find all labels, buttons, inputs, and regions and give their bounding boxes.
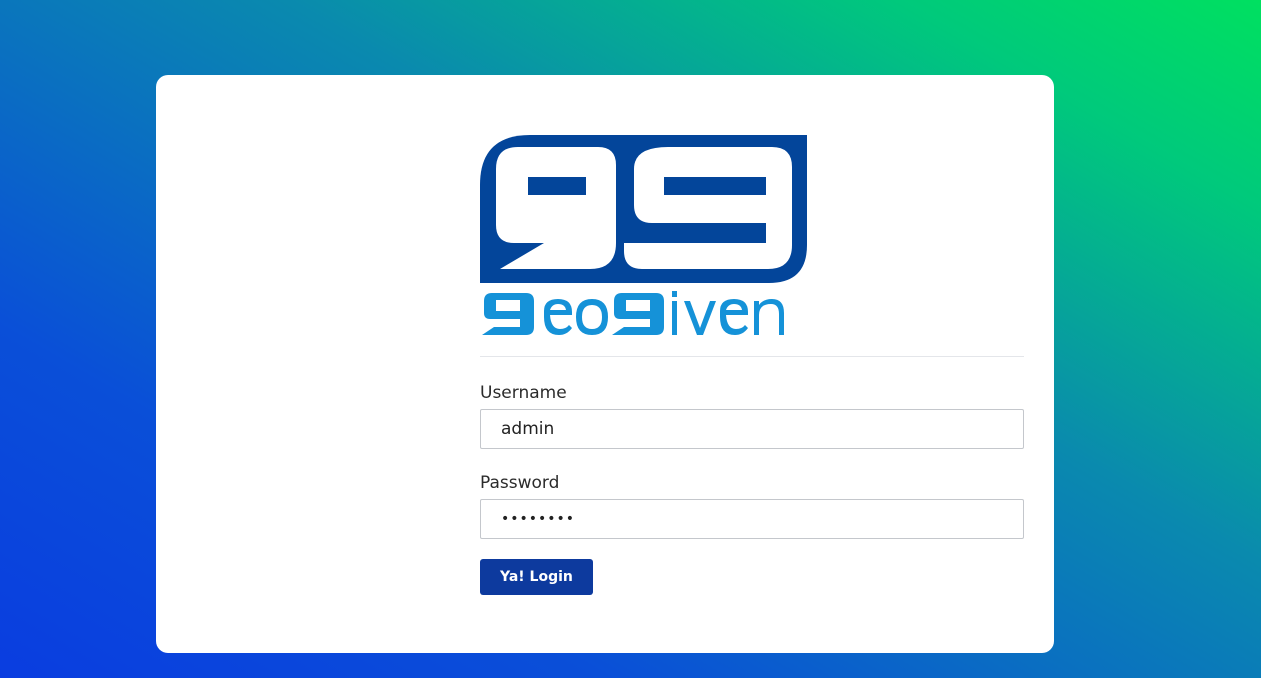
password-label: Password — [480, 473, 560, 493]
login-button[interactable]: Ya! Login — [480, 559, 593, 595]
username-input[interactable] — [480, 409, 1024, 449]
geogiven-wordmark — [482, 291, 784, 335]
login-card: Username Password Ya! Login — [156, 75, 1054, 653]
logo-divider — [480, 356, 1024, 357]
login-form: Username Password Ya! Login — [480, 135, 1024, 595]
username-label: Username — [480, 383, 567, 403]
geogiven-logo — [480, 135, 807, 335]
password-input[interactable] — [480, 499, 1024, 539]
